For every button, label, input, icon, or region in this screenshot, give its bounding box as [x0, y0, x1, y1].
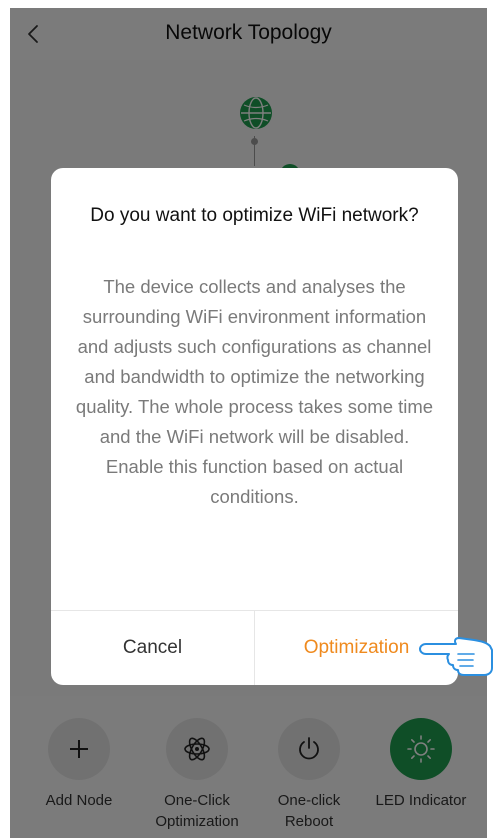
- cancel-button[interactable]: Cancel: [51, 611, 254, 685]
- dialog-title: Do you want to optimize WiFi network?: [90, 205, 419, 226]
- pointing-hand-icon: [419, 637, 493, 676]
- dialog-message: The device collects and analyses the sur…: [75, 276, 434, 507]
- optimize-wifi-dialog: Do you want to optimize WiFi network? Th…: [51, 168, 458, 685]
